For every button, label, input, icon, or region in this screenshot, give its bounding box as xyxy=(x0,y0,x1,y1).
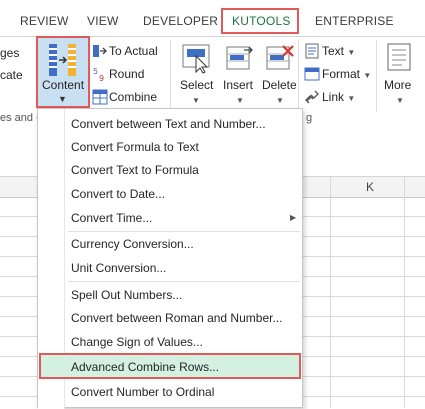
menu-separator xyxy=(68,231,300,232)
to-actual-button[interactable]: To Actual xyxy=(109,44,158,58)
insert-icon xyxy=(226,46,253,70)
menu-item-unit-conversion[interactable]: Unit Conversion... xyxy=(71,261,166,275)
chevron-down-icon: ▼ xyxy=(58,94,67,104)
ribbon-separator xyxy=(298,40,299,112)
format-button[interactable]: Format ▼ xyxy=(322,67,371,81)
menu-item-convert-text-number[interactable]: Convert between Text and Number... xyxy=(71,117,266,131)
ribbon-partial-left-1[interactable]: ges xyxy=(0,46,19,60)
menu-item-convert-formula-to-text[interactable]: Convert Formula to Text xyxy=(71,140,199,154)
round-icon: 5 9 xyxy=(93,67,104,82)
gridline xyxy=(330,176,331,408)
chevron-down-icon: ▼ xyxy=(192,96,200,105)
menu-item-advanced-combine-rows[interactable]: Advanced Combine Rows... xyxy=(71,360,219,374)
ribbon-separator xyxy=(170,40,171,112)
menu-item-convert-text-to-formula[interactable]: Convert Text to Formula xyxy=(71,163,199,177)
menu-item-change-sign-of-values[interactable]: Change Sign of Values... xyxy=(71,335,203,349)
menu-item-convert-roman-number[interactable]: Convert between Roman and Number... xyxy=(71,311,282,325)
combine-icon xyxy=(92,89,108,105)
menu-separator xyxy=(68,281,300,282)
delete-button[interactable]: Delete xyxy=(262,78,297,92)
round-button[interactable]: Round xyxy=(109,67,144,81)
menu-item-convert-to-date[interactable]: Convert to Date... xyxy=(71,187,165,201)
chevron-down-icon: ▼ xyxy=(236,96,244,105)
tab-developer[interactable]: DEVELOPER xyxy=(143,14,218,28)
chevron-right-icon: ▶ xyxy=(290,213,297,222)
format-icon xyxy=(304,67,320,81)
more-icon xyxy=(387,43,411,71)
ribbon-tab-bar: REVIEW VIEW DEVELOPER KUTOOLS ENTERPRISE xyxy=(0,0,425,38)
menu-item-currency-conversion[interactable]: Currency Conversion... xyxy=(71,237,194,251)
chevron-down-icon: ▼ xyxy=(276,96,284,105)
to-actual-icon xyxy=(93,45,107,57)
combine-button[interactable]: Combine xyxy=(109,90,157,104)
select-icon xyxy=(182,44,210,74)
ribbon-partial-left-2[interactable]: cate xyxy=(0,68,23,82)
select-button[interactable]: Select xyxy=(180,78,213,92)
menu-item-convert-time[interactable]: Convert Time... xyxy=(71,211,152,225)
insert-button[interactable]: Insert xyxy=(223,78,253,92)
chevron-down-icon: ▼ xyxy=(396,96,404,105)
ribbon-separator xyxy=(376,40,377,112)
more-button[interactable]: More xyxy=(384,78,411,92)
tab-review[interactable]: REVIEW xyxy=(20,14,69,28)
content-button-label: Content xyxy=(42,78,85,92)
content-dropdown-menu: Convert between Text and Number... Conve… xyxy=(37,108,303,409)
link-button[interactable]: Link ▼ xyxy=(322,90,355,104)
text-icon xyxy=(305,43,319,59)
tab-kutools[interactable]: KUTOOLS xyxy=(232,14,291,28)
menu-item-spell-out-numbers[interactable]: Spell Out Numbers... xyxy=(71,288,182,302)
menu-item-convert-number-to-ordinal[interactable]: Convert Number to Ordinal xyxy=(71,385,214,399)
delete-icon xyxy=(266,45,294,70)
link-icon xyxy=(305,90,319,104)
gridline xyxy=(404,176,405,408)
column-header-k[interactable]: K xyxy=(366,180,374,194)
svg-text:9: 9 xyxy=(99,74,104,82)
tab-view[interactable]: VIEW xyxy=(87,14,118,28)
text-button[interactable]: Text ▼ xyxy=(322,44,355,58)
tab-enterprise[interactable]: ENTERPRISE xyxy=(315,14,394,28)
svg-text:5: 5 xyxy=(93,67,98,76)
ribbon-group-label-partial: g xyxy=(306,112,313,124)
content-icon xyxy=(49,44,76,76)
